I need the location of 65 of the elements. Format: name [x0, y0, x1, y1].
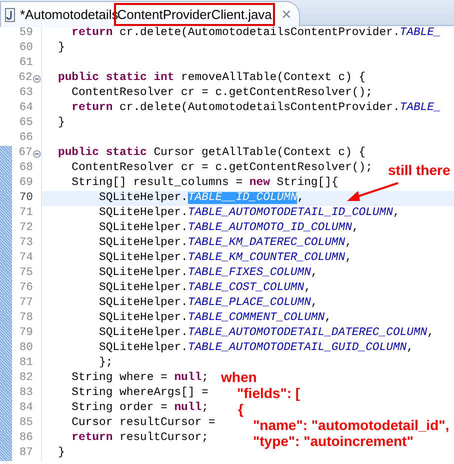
code-line: String order = null;: [70, 400, 208, 416]
line-number: 76: [18, 280, 33, 296]
line-number: 62: [18, 70, 32, 86]
line-number: 87: [18, 446, 33, 461]
line-number: 64: [18, 100, 33, 116]
line-number: 63: [18, 86, 33, 101]
line-number: 84: [18, 400, 33, 416]
code-line: SQLiteHelper.TABLE_PLACE_COLUMN,: [98, 296, 318, 311]
annotation-text: "type": "autoincrement": [253, 433, 414, 449]
collapse-icon[interactable]: [33, 150, 41, 158]
code-line: SQLiteHelper.TABLE_AUTOMOTO_ID_COLUMN,: [98, 220, 359, 236]
line-number: 78: [18, 310, 33, 326]
code-line: };: [98, 356, 113, 371]
line-number: 65: [18, 116, 33, 131]
annotation-text: "fields": [: [237, 385, 302, 401]
code-line: SQLiteHelper.TABLE_KM_COUNTER_COLUMN,: [98, 250, 352, 266]
line-number: 61: [18, 56, 33, 71]
java-file-icon: [5, 8, 15, 22]
code-line: SQLiteHelper.TABLE_COMMENT_COLUMN,: [98, 310, 332, 326]
code-line: Cursor resultCursor =: [70, 416, 216, 431]
code-line: }: [58, 116, 65, 131]
annotation-label: still there: [388, 161, 450, 180]
code-line: SQLiteHelper.TABLE_KM_DATEREC_COLUMN,: [98, 236, 352, 251]
code-line: return cr.delete(AutomotodetailsContentProvider.TABLE_: [70, 26, 441, 41]
close-icon[interactable]: ✕: [280, 4, 292, 24]
code-line: public static int removeAllTable(Context c) {: [58, 70, 366, 86]
line-number: 82: [18, 370, 33, 386]
line-number: 69: [18, 176, 33, 191]
line-number: 72: [18, 220, 33, 236]
line-number: 67: [18, 146, 32, 161]
line-number: 77: [18, 296, 33, 311]
collapse-icon[interactable]: [33, 74, 41, 82]
code-line: return resultCursor;: [70, 430, 208, 446]
code-line: SQLiteHelper.TABLE_COST_COLUMN,: [98, 280, 311, 296]
code-line: String where = null;: [70, 370, 208, 386]
code-line: }: [58, 446, 65, 461]
line-number: 81: [18, 356, 33, 371]
line-number: 59: [18, 26, 33, 41]
code-line: public static Cursor getAllTable(Context c) {: [58, 146, 366, 161]
line-number: 75: [18, 266, 33, 281]
line-number: 71: [18, 206, 33, 221]
line-number: 79: [18, 326, 33, 341]
line-number: 66: [18, 130, 33, 146]
annotation-text: when: [221, 369, 258, 385]
line-number: 68: [18, 160, 33, 176]
code-line: ContentResolver cr = c.getContentResolver();: [70, 160, 372, 176]
code-line: SQLiteHelper.TABLE_AUTOMOTODETAIL_GUID_COLUMN,: [98, 340, 414, 356]
line-number: 86: [18, 430, 33, 446]
line-number: 83: [18, 386, 33, 401]
line-number: 73: [18, 236, 33, 251]
line-number: 60: [18, 40, 33, 56]
line-number: 85: [18, 416, 33, 431]
code-line: String whereArgs[] =: [70, 386, 208, 401]
code-line: return cr.delete(AutomotodetailsContentProvider.TABLE_: [70, 100, 441, 116]
code-line: SQLiteHelper.TABLE_FIXES_COLUMN,: [98, 266, 318, 281]
code-line: SQLiteHelper.TABLE_AUTOMOTODETAIL_DATEREC_COLUMN,: [98, 326, 434, 341]
line-number: 70: [18, 190, 33, 206]
line-number: 74: [18, 250, 33, 266]
annotation-text: "name": "automotodetail_id",: [253, 417, 450, 433]
annotation-text: {: [238, 401, 244, 417]
code-line: ContentResolver cr = c.getContentResolver();: [70, 86, 372, 101]
code-line: String[] result_columns = new String[]{: [70, 176, 338, 191]
code-line: SQLiteHelper.TABLE_AUTOMOTODETAIL_ID_COLUMN,: [98, 206, 400, 221]
line-number: 80: [18, 340, 33, 356]
code-line: }: [58, 40, 65, 56]
